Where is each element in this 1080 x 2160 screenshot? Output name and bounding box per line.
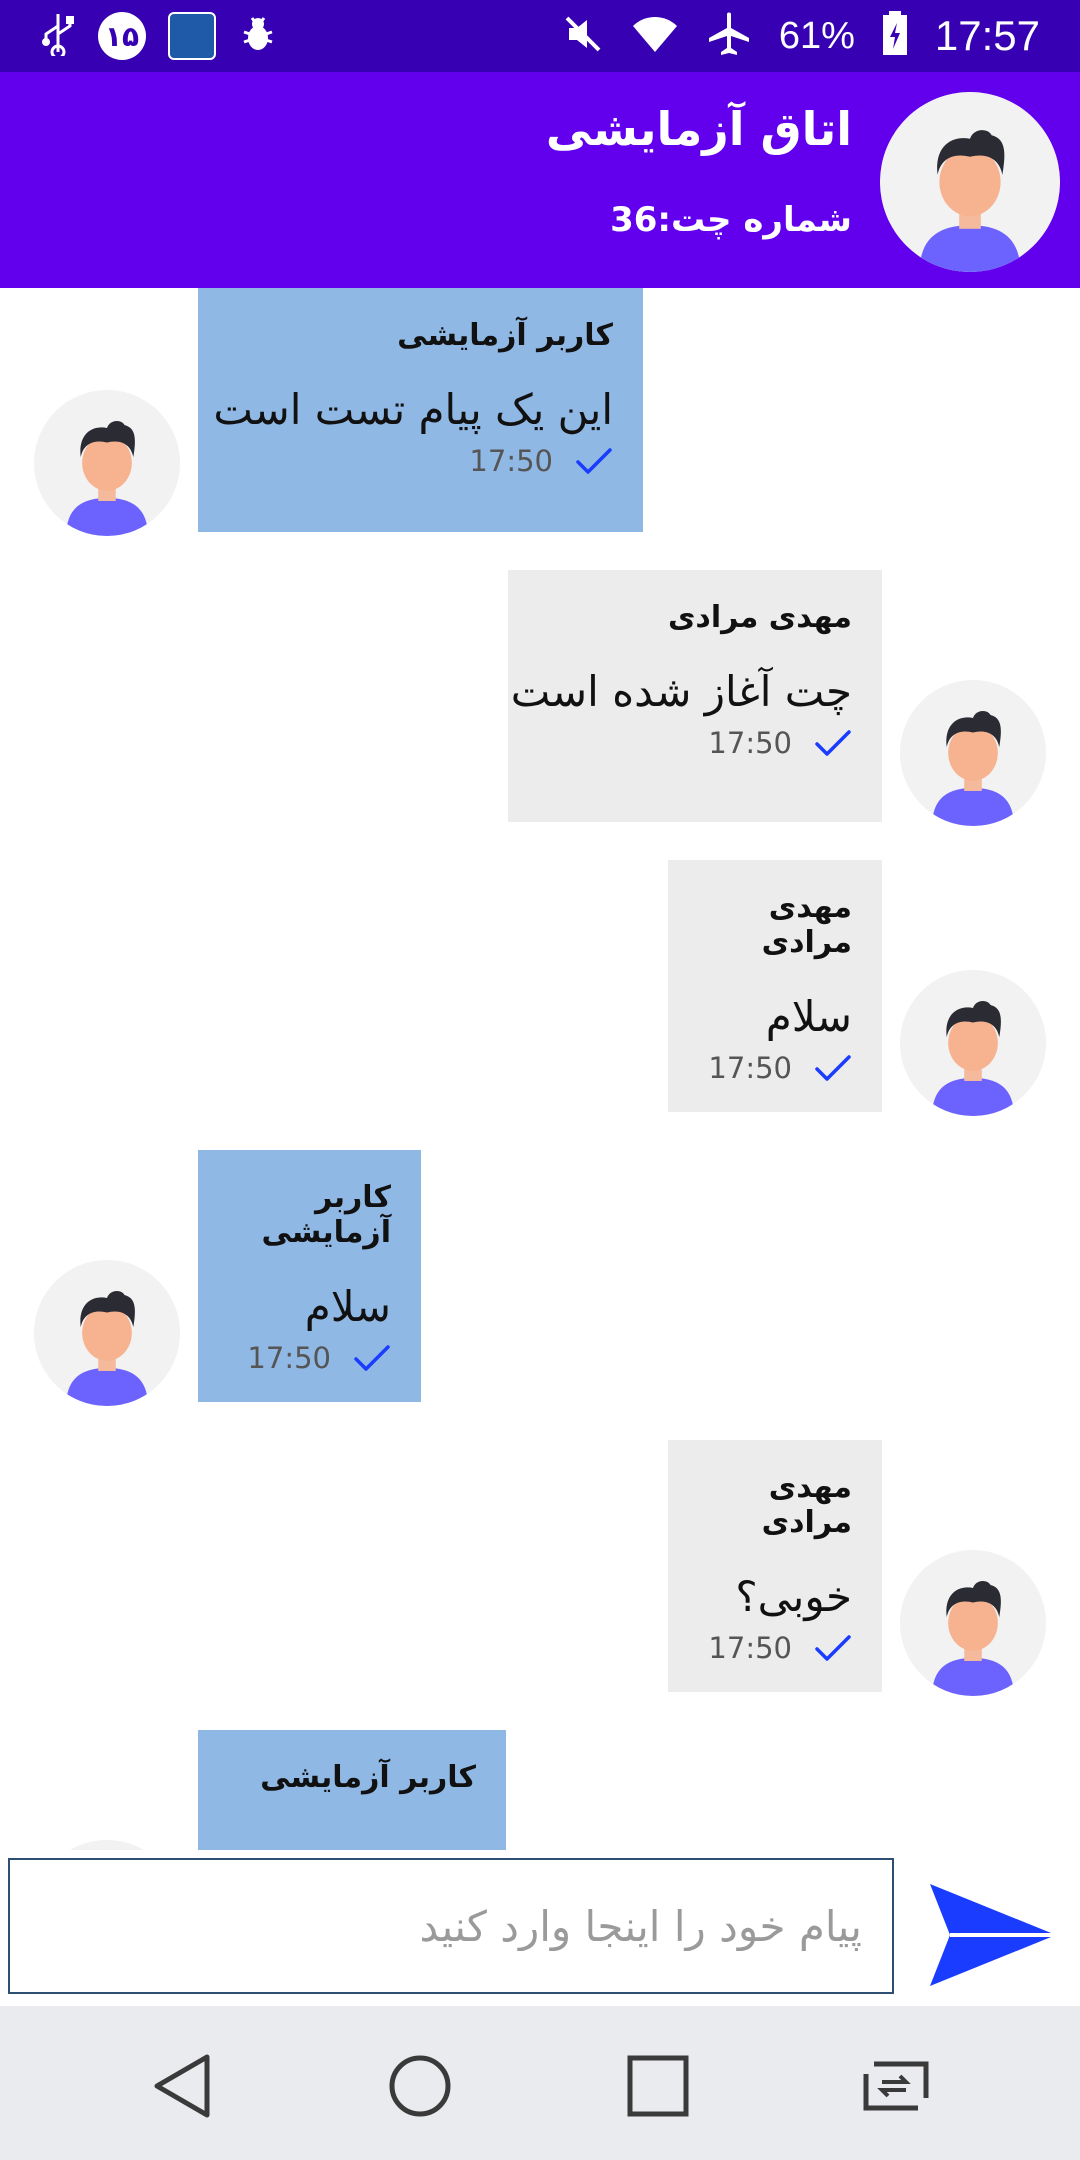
battery-icon [881, 11, 909, 61]
message-time: 17:50 [247, 1341, 331, 1375]
message-time: 17:50 [469, 444, 553, 478]
wifi-icon [631, 14, 679, 58]
chat-number: شماره چت:36 [610, 200, 852, 240]
sender-avatar[interactable] [900, 1550, 1046, 1696]
message-sender: کاربر آزمایشی [397, 318, 613, 353]
message-time: 17:50 [708, 1051, 792, 1085]
message-row: مهدی مرادی چت آغاز شده است 17:50 [0, 570, 1080, 826]
message-time: 17:50 [708, 1631, 792, 1665]
read-check-icon [814, 728, 852, 758]
message-time: 17:50 [708, 726, 792, 760]
status-bar: ۱۵ 61% 17:57 [0, 0, 1080, 72]
read-check-icon [575, 446, 613, 476]
message-sender: مهدی مرادی [761, 890, 852, 960]
read-check-icon [814, 1633, 852, 1663]
message-sender: مهدی مرادی [761, 1470, 852, 1540]
sender-avatar[interactable] [34, 1840, 180, 1850]
message-text: این یک پیام تست است [213, 385, 613, 434]
composer [0, 1850, 1080, 2006]
message-bubble[interactable]: مهدی مرادی چت آغاز شده است 17:50 [508, 570, 882, 822]
bug-icon [238, 14, 278, 58]
switch-app-icon[interactable] [856, 2046, 936, 2126]
message-row: کاربر آزمایشی این یک پیام تست است 17:50 [0, 288, 1080, 536]
read-check-icon [353, 1343, 391, 1373]
message-input[interactable] [8, 1858, 894, 1994]
sender-avatar[interactable] [900, 970, 1046, 1116]
page-title: اتاق آزمایشی [545, 102, 852, 156]
message-bubble[interactable]: کاربر آزمایشی این یک پیام تست است 17:50 [198, 288, 643, 532]
message-row: مهدی مرادی خوبی؟ 17:50 [0, 1440, 1080, 1696]
usb-icon [40, 12, 76, 60]
message-row: کاربر آزمایشی [0, 1730, 1080, 1850]
message-bubble[interactable]: مهدی مرادی خوبی؟ 17:50 [668, 1440, 882, 1692]
mute-icon [561, 12, 605, 60]
recents-icon[interactable] [618, 2046, 698, 2126]
read-check-icon [814, 1053, 852, 1083]
back-icon[interactable] [142, 2046, 222, 2126]
message-text: سلام [765, 992, 852, 1041]
notification-badge-icon: ۱۵ [98, 12, 146, 60]
message-row: کاربر آزمایشی سلام 17:50 [0, 1150, 1080, 1406]
message-row: مهدی مرادی سلام 17:50 [0, 860, 1080, 1116]
send-icon[interactable] [924, 1880, 1060, 1990]
message-sender: مهدی مرادی [667, 600, 852, 635]
sender-avatar[interactable] [34, 390, 180, 536]
message-bubble[interactable]: مهدی مرادی سلام 17:50 [668, 860, 882, 1112]
room-avatar[interactable] [880, 92, 1060, 272]
message-list[interactable]: کاربر آزمایشی این یک پیام تست است 17:50 … [0, 288, 1080, 1850]
battery-percent: 61% [778, 14, 855, 57]
message-sender: کاربر آزمایشی [260, 1760, 476, 1795]
message-text: سلام [304, 1282, 391, 1331]
app-bar: اتاق آزمایشی شماره چت:36 [0, 72, 1080, 288]
message-bubble[interactable]: کاربر آزمایشی سلام 17:50 [198, 1150, 421, 1402]
home-icon[interactable] [380, 2046, 460, 2126]
message-bubble[interactable]: کاربر آزمایشی [198, 1730, 506, 1850]
sender-avatar[interactable] [900, 680, 1046, 826]
message-text: چت آغاز شده است [510, 667, 852, 716]
message-sender: کاربر آزمایشی [261, 1180, 391, 1250]
status-time: 17:57 [934, 12, 1040, 59]
dictionary-app-icon [168, 12, 216, 60]
system-nav-bar [0, 2006, 1080, 2160]
sender-avatar[interactable] [34, 1260, 180, 1406]
airplane-icon [705, 10, 753, 62]
message-text: خوبی؟ [735, 1572, 852, 1621]
